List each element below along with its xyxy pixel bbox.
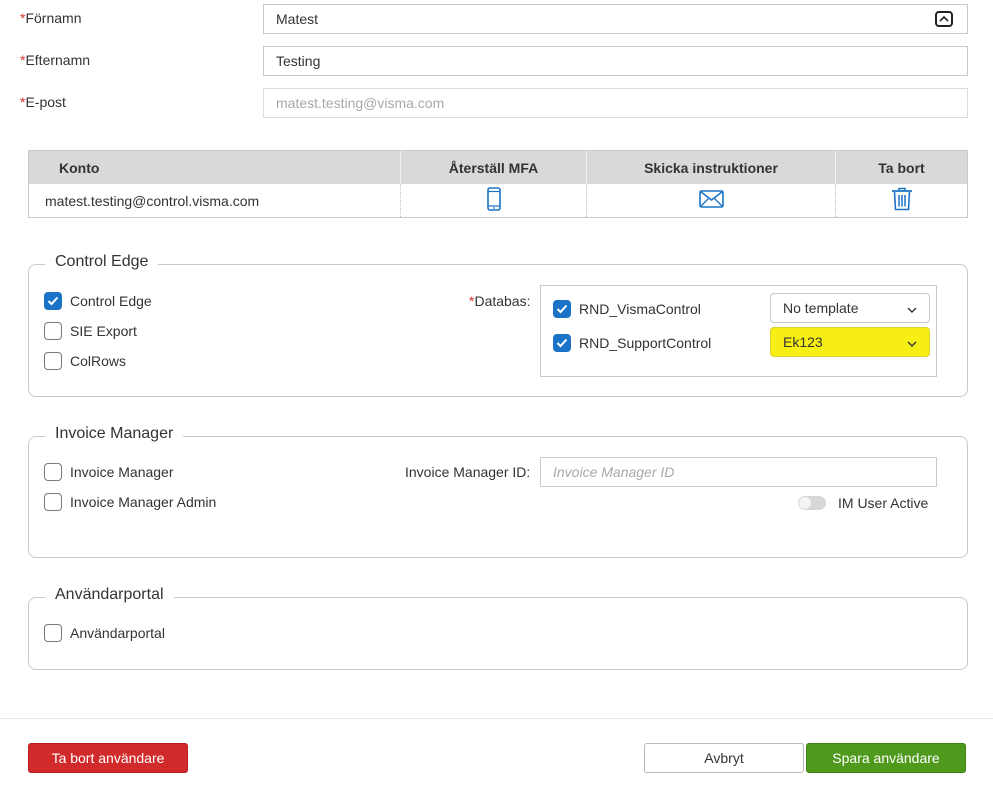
column-header-account: Konto: [29, 151, 401, 184]
checkbox-unchecked-icon[interactable]: [44, 624, 62, 642]
email-input: matest.testing@visma.com: [263, 88, 968, 118]
checkbox-unchecked-icon[interactable]: [44, 463, 62, 481]
im-user-active-label: IM User Active: [838, 495, 929, 511]
column-header-reset-mfa: Återställ MFA: [401, 151, 587, 184]
toggle-knob: [799, 497, 811, 509]
footer-divider: [0, 718, 993, 719]
control-edge-checkbox[interactable]: Control Edge: [44, 292, 152, 310]
user-portal-title: Användarportal: [45, 586, 174, 604]
accounts-table: Konto Återställ MFA Skicka instruktioner…: [28, 150, 968, 218]
invoice-manager-admin-checkbox[interactable]: Invoice Manager Admin: [44, 493, 216, 511]
delete-cell: [836, 184, 967, 217]
lastname-label: *Efternamn: [20, 52, 91, 68]
firstname-label: *Förnamn: [20, 10, 82, 26]
autofill-icon[interactable]: [935, 11, 953, 27]
invoice-manager-checkbox[interactable]: Invoice Manager: [44, 463, 174, 481]
phone-icon[interactable]: [486, 187, 501, 214]
control-edge-title: Control Edge: [45, 253, 159, 271]
control-edge-group: Control Edge Control Edge SIE Export Col…: [28, 253, 968, 397]
trash-icon[interactable]: [891, 187, 913, 214]
invoice-manager-id-input[interactable]: Invoice Manager ID: [540, 457, 937, 487]
chevron-down-icon: [907, 334, 917, 350]
reset-mfa-cell: [401, 184, 587, 217]
invoice-manager-title: Invoice Manager: [45, 425, 184, 443]
checkbox-checked-icon[interactable]: [553, 300, 571, 318]
checkbox-unchecked-icon[interactable]: [44, 352, 62, 370]
im-user-active-toggle[interactable]: [798, 496, 826, 510]
send-instructions-cell: [587, 184, 836, 217]
colrows-checkbox[interactable]: ColRows: [44, 352, 126, 370]
lastname-input[interactable]: Testing: [263, 46, 968, 76]
template-select-rnd-vismacontrol[interactable]: No template: [770, 293, 930, 323]
firstname-input[interactable]: Matest: [263, 4, 968, 34]
user-portal-checkbox[interactable]: Användarportal: [44, 624, 165, 642]
user-portal-group: Användarportal Användarportal: [28, 586, 968, 670]
database-list: RND_VismaControl No template RND_Support…: [540, 285, 937, 377]
table-row: matest.testing@control.visma.com: [29, 184, 967, 217]
delete-user-button[interactable]: Ta bort användare: [28, 743, 188, 773]
email-label: *E-post: [20, 94, 66, 110]
invoice-manager-group: Invoice Manager Invoice Manager Invoice …: [28, 425, 968, 558]
checkbox-checked-icon[interactable]: [553, 334, 571, 352]
checkbox-unchecked-icon[interactable]: [44, 493, 62, 511]
account-cell: matest.testing@control.visma.com: [29, 184, 401, 217]
column-header-send-instructions: Skicka instruktioner: [587, 151, 836, 184]
invoice-manager-id-label: Invoice Manager ID:: [405, 464, 531, 480]
sie-export-checkbox[interactable]: SIE Export: [44, 322, 137, 340]
accounts-table-header: Konto Återställ MFA Skicka instruktioner…: [29, 151, 967, 184]
checkbox-unchecked-icon[interactable]: [44, 322, 62, 340]
column-header-delete: Ta bort: [878, 159, 925, 176]
checkbox-checked-icon[interactable]: [44, 292, 62, 310]
chevron-down-icon: [907, 300, 917, 316]
template-select-rnd-supportcontrol[interactable]: Ek123: [770, 327, 930, 357]
database-item-rnd-supportcontrol[interactable]: RND_SupportControl: [553, 334, 711, 352]
database-label: *Databas:: [469, 293, 531, 309]
database-item-rnd-vismacontrol[interactable]: RND_VismaControl: [553, 300, 701, 318]
save-user-button[interactable]: Spara användare: [806, 743, 966, 773]
envelope-icon[interactable]: [698, 190, 724, 211]
cancel-button[interactable]: Avbryt: [644, 743, 804, 773]
